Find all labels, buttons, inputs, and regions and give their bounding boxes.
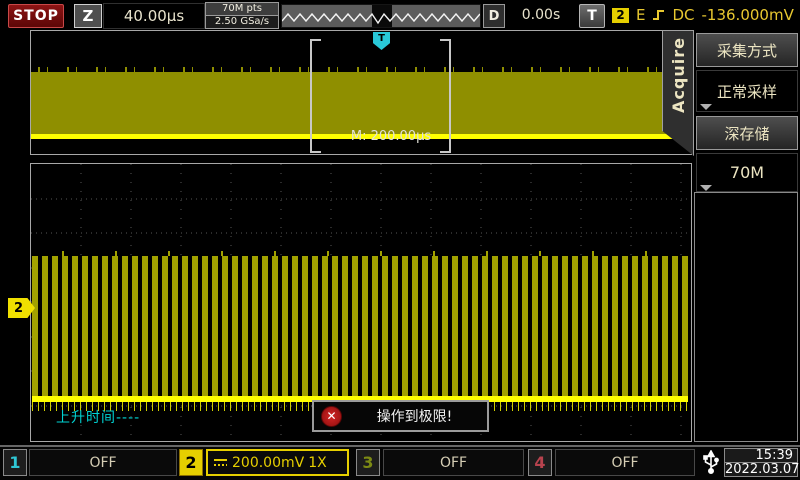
rising-edge-icon bbox=[652, 8, 665, 22]
alert-message: 操作到极限! bbox=[342, 406, 487, 426]
clock-date: 2022.03.07 bbox=[724, 463, 798, 477]
error-icon: ✕ bbox=[321, 406, 342, 427]
clock-time: 15:39 bbox=[724, 448, 798, 463]
waveform-preview-pane: T M: 200.00µs bbox=[30, 30, 692, 155]
channel4-status[interactable]: OFF bbox=[555, 449, 695, 476]
alert-toast: ✕ 操作到极限! bbox=[312, 400, 489, 432]
trigger-level: -136.000mV bbox=[702, 6, 794, 24]
trigger-type: E bbox=[636, 6, 645, 24]
trigger-position-flag[interactable]: T bbox=[373, 32, 390, 50]
channel2-scale: 200.00mV bbox=[232, 455, 304, 471]
channel3-status[interactable]: OFF bbox=[383, 449, 524, 476]
rise-time-measurement: 上升时间---- bbox=[56, 407, 140, 427]
channel4-badge[interactable]: 4 bbox=[528, 449, 552, 476]
menu-item-acquire-mode[interactable]: 采集方式 bbox=[696, 33, 798, 67]
run-state-button[interactable]: STOP bbox=[8, 4, 64, 28]
sample-rate-value: 2.50 GSa/s bbox=[205, 16, 279, 29]
chevron-down-icon bbox=[700, 185, 712, 191]
zoom-mode-button[interactable]: Z bbox=[74, 4, 102, 28]
horizontal-offset-readout: 0.00s bbox=[508, 3, 574, 27]
channel3-badge[interactable]: 3 bbox=[356, 449, 380, 476]
preview-trace-band bbox=[31, 72, 689, 134]
usb-icon bbox=[702, 450, 720, 476]
timebase-readout: 40.00µs bbox=[103, 3, 205, 29]
channel2-trace bbox=[32, 256, 688, 396]
overview-zigzag-icon bbox=[282, 5, 480, 27]
menu-tab-label: Acquire bbox=[669, 37, 688, 113]
memory-depth-box: 70M pts 2.50 GSa/s bbox=[205, 2, 279, 28]
datetime-box: 15:39 2022.03.07 bbox=[724, 448, 798, 478]
dc-coupling-icon bbox=[213, 457, 228, 468]
trigger-coupling: DC bbox=[672, 6, 694, 24]
chevron-down-icon bbox=[700, 104, 712, 110]
channel1-badge[interactable]: 1 bbox=[3, 449, 27, 476]
trigger-menu-button[interactable]: T bbox=[579, 4, 605, 28]
delay-button[interactable]: D bbox=[483, 4, 505, 28]
channel2-badge[interactable]: 2 bbox=[179, 449, 203, 476]
usb-slot bbox=[700, 448, 722, 477]
trigger-readout: 2 E DC -136.000mV bbox=[612, 3, 794, 27]
menu-item-deep-memory[interactable]: 深存储 bbox=[696, 116, 798, 150]
zoom-window-scale-label: M: 200.00µs bbox=[331, 129, 451, 144]
channel1-status[interactable]: OFF bbox=[29, 449, 177, 476]
channel2-probe: 1X bbox=[308, 455, 327, 471]
waveform-overview-strip bbox=[281, 4, 481, 28]
memory-depth-value: 70M pts bbox=[205, 2, 279, 16]
menu-panel-body bbox=[694, 192, 798, 442]
zoom-window-left-bracket bbox=[310, 39, 321, 153]
channel2-status[interactable]: 200.00mV 1X bbox=[206, 449, 349, 476]
oscilloscope-screen: STOP Z 40.00µs 70M pts 2.50 GSa/s D 0.00… bbox=[0, 0, 800, 480]
trigger-source-badge: 2 bbox=[612, 8, 629, 23]
